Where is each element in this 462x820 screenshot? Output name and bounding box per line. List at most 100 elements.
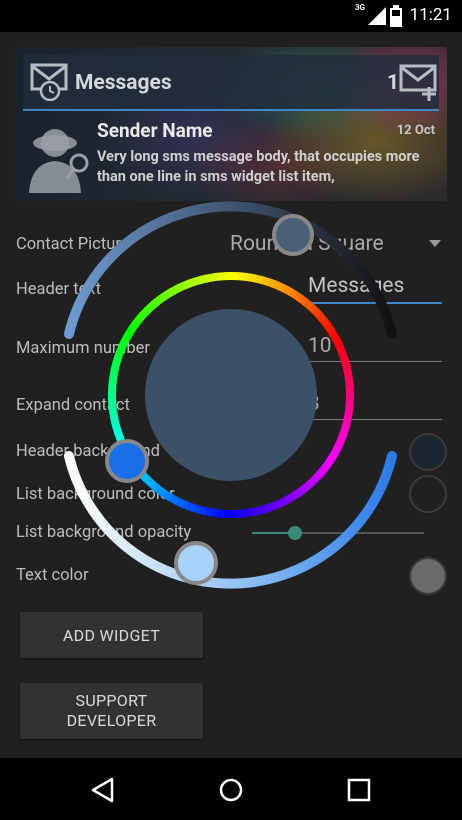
hue-ring-segment [175,282,186,293]
hue-ring-segment [199,274,208,284]
hue-ring-segment [110,418,120,427]
hue-ring-segment [192,504,202,514]
hue-ring-segment [254,274,264,285]
back-icon[interactable] [90,777,114,803]
hue-ring-segment [135,311,147,323]
hue-ring-segment [345,382,354,390]
hue-ring-segment [326,452,338,463]
hue-ring-segment [345,400,354,409]
hue-ring-segment [320,317,332,329]
hue-ring-segment [108,381,117,390]
hue-ring-segment [114,350,124,360]
hue-ring-segment [333,339,344,350]
hue-ring-segment [303,299,315,311]
hue-ring-segment [277,282,288,293]
recents-icon[interactable] [347,778,371,802]
hue-ring-segment [124,327,136,338]
hue-ring-segment [186,502,196,512]
hue-ring-segment [293,291,305,303]
hue-ring-segment [288,288,299,300]
hue-ring-segment [282,494,293,506]
hue-ring-segment [341,418,352,428]
hue-ring-segment [248,507,257,517]
hue-ring-segment [198,505,208,516]
hue-ring-segment [319,462,331,474]
home-icon[interactable] [218,777,244,803]
color-picker [0,0,462,820]
hue-ring-segment [205,273,214,283]
hue-ring-segment [131,316,143,328]
hue-ring-segment [144,302,155,314]
hue-ring-segment [271,500,282,511]
hue-ring-segment [186,277,197,288]
hue-ring-segment [217,509,226,518]
hue-ring-segment [307,303,319,315]
hue-ring-segment [168,494,179,505]
hue-handle[interactable] [105,439,149,483]
hue-ring-segment [153,294,165,306]
hue-ring-segment [276,497,287,508]
hue-ring-segment [143,475,155,487]
hue-ring-segment [112,356,122,366]
hue-ring-segment [236,509,244,518]
hue-ring-segment [336,344,347,355]
hue-ring-segment [343,369,353,378]
hue-ring-segment [127,321,139,333]
hue-ring-segment [157,487,169,499]
saturation-handle[interactable] [272,214,314,256]
hue-ring-segment [324,322,335,334]
hue-ring-segment [287,491,298,503]
value-handle[interactable] [174,541,218,585]
hue-ring-segment [307,476,318,488]
hue-ring-segment [338,350,349,361]
hue-ring-segment [174,497,185,508]
selected-color-preview[interactable] [145,309,317,481]
hue-ring-segment [242,508,251,518]
color-picker-rings [64,201,397,589]
hue-ring-segment [340,356,351,367]
hue-ring-segment [163,490,174,502]
hue-ring-segment [292,488,304,499]
hue-ring-segment [297,484,309,496]
hue-ring-segment [148,298,160,310]
hue-ring-segment [335,436,346,446]
hue-ring-segment [108,374,118,384]
hue-ring-segment [333,441,344,452]
hue-ring-segment [283,285,294,296]
hue-ring-segment [340,424,350,434]
hue-ring-segment [259,504,270,515]
hue-ring-segment [192,275,203,286]
hue-ring-segment [266,278,276,288]
hue-ring-segment [327,328,339,339]
hue-ring-segment [330,447,341,458]
hue-ring-segment [315,467,327,479]
hue-ring-segment [139,307,151,319]
hue-ring-segment [118,338,129,349]
navigation-bar [0,758,462,820]
hue-ring-segment [121,332,132,343]
hue-ring-segment [265,502,276,513]
hue-ring-segment [152,483,164,495]
hue-ring-segment [302,480,314,492]
hue-ring-segment [211,272,220,282]
hue-ring-segment [330,333,342,344]
hue-ring-segment [116,344,127,354]
hue-ring-segment [164,287,175,299]
hue-ring-segment [312,308,324,319]
hue-ring-segment [236,272,245,281]
hue-ring-segment [147,479,159,491]
hue-ring-segment [254,506,263,516]
hue-ring-segment [210,508,220,518]
hue-ring-segment [338,430,348,440]
hue-ring-segment [158,291,170,302]
hue-ring-segment [298,295,310,307]
hue-ring-segment [260,276,270,286]
hue-ring-segment [344,406,354,416]
hue-ring-segment [204,507,214,517]
hue-ring-segment [109,368,119,378]
hue-ring-segment [169,284,180,296]
hue-ring-segment [218,272,226,281]
hue-ring-segment [113,429,124,440]
hue-ring-segment [316,312,328,324]
hue-ring-segment [111,423,122,434]
